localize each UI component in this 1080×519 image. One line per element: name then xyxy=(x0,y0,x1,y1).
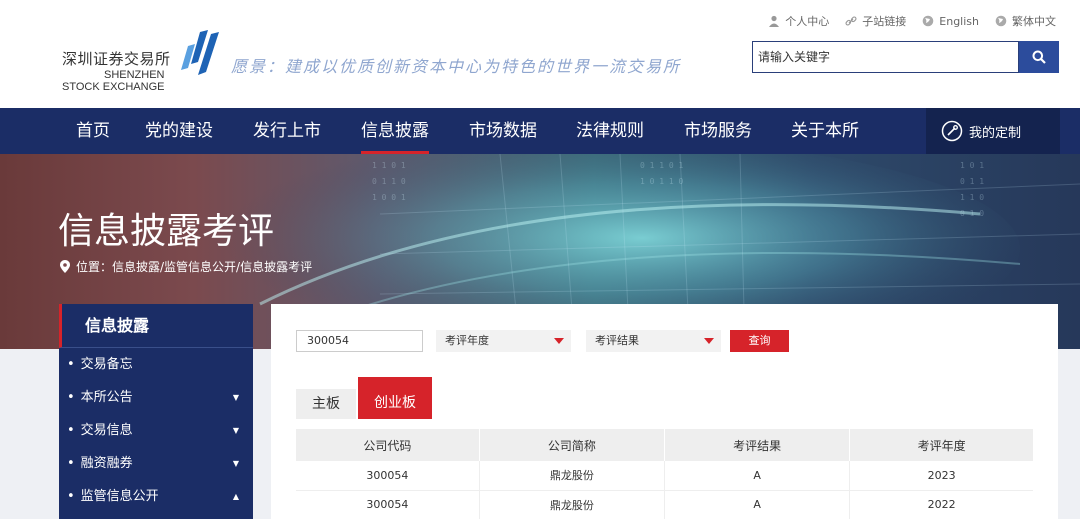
table-header-row: 公司代码 公司简称 考评结果 考评年度 xyxy=(296,429,1033,461)
bullet-icon: • xyxy=(67,357,75,372)
top-link-label: 子站链接 xyxy=(862,15,907,28)
breadcrumb-text[interactable]: 位置：信息披露/监管信息公开/信息披露考评 xyxy=(76,258,312,275)
svg-text:0 1 0: 0 1 0 xyxy=(960,209,984,218)
svg-text:1 1 0: 1 1 0 xyxy=(960,193,984,202)
globe-icon xyxy=(922,15,934,27)
cell-year: 2022 xyxy=(849,490,1033,519)
year-select-label: 考评年度 xyxy=(445,334,489,347)
nav-item-market-services[interactable]: 市场服务 xyxy=(684,108,752,154)
logo-name-en-line1: SHENZHEN xyxy=(104,69,165,81)
cell-year: 2023 xyxy=(849,461,1033,491)
nav-item-rules[interactable]: 法律规则 xyxy=(576,108,644,154)
nav-item-party-building[interactable]: 党的建设 xyxy=(145,108,213,154)
sidebar-item-trade-info[interactable]: • 交易信息 ▼ xyxy=(59,414,253,447)
cell-company-name: 鼎龙股份 xyxy=(478,461,665,491)
search-button[interactable] xyxy=(1019,41,1059,73)
bullet-icon: • xyxy=(67,423,75,438)
col-header-company-name[interactable]: 公司简称 xyxy=(478,429,665,461)
logo-name-en-line2: STOCK EXCHANGE xyxy=(62,81,165,93)
bullet-icon: • xyxy=(67,390,75,405)
cell-company-code: 300054 xyxy=(296,461,480,491)
result-select-label: 考评结果 xyxy=(595,334,639,347)
chevron-down-icon: ▼ xyxy=(232,426,239,435)
top-links: 个人中心 子站链接 English 繁体中文 xyxy=(768,13,1056,29)
sidebar: 信息披露 • 交易备忘 • 本所公告 ▼ • 交易信息 ▼ • 融资融券 ▼ • 监管信息… xyxy=(59,304,253,519)
svg-text:1 1 0 1: 1 1 0 1 xyxy=(372,161,406,170)
globe-icon xyxy=(995,15,1007,27)
my-custom-button[interactable]: 我的定制 xyxy=(926,108,1060,154)
cell-company-code: 300054 xyxy=(296,490,480,519)
sidebar-item-label: 交易备忘 xyxy=(80,357,133,372)
evaluation-table: 公司代码 公司简称 考评结果 考评年度 300054 鼎龙股份 A 2023 3… xyxy=(296,429,1033,519)
tab-main-board[interactable]: 主板 xyxy=(296,389,356,419)
col-header-result[interactable]: 考评结果 xyxy=(663,429,850,461)
link-icon xyxy=(845,16,857,26)
cell-result: A xyxy=(663,461,850,491)
top-link-label: English xyxy=(939,14,979,28)
page-title: 信息披露考评 xyxy=(58,211,275,252)
location-pin-icon xyxy=(60,260,70,273)
cell-result: A xyxy=(663,490,850,519)
nav-item-home[interactable]: 首页 xyxy=(76,108,110,154)
person-icon xyxy=(769,15,780,27)
sidebar-item-trade-memo[interactable]: • 交易备忘 xyxy=(59,348,253,381)
top-link-label: 个人中心 xyxy=(785,15,830,28)
query-button[interactable]: 查询 xyxy=(730,330,789,352)
svg-text:1 0 1 1 0: 1 0 1 1 0 xyxy=(640,177,684,186)
sidebar-item-margin-trading[interactable]: • 融资融券 ▼ xyxy=(59,447,253,480)
bullet-icon: • xyxy=(67,456,75,471)
sidebar-item-announcements[interactable]: • 本所公告 ▼ xyxy=(59,381,253,414)
sidebar-title[interactable]: 信息披露 xyxy=(59,304,253,348)
sidebar-item-regulatory-disclosure[interactable]: • 监管信息公开 ▲ xyxy=(59,480,253,513)
svg-text:1 0 1: 1 0 1 xyxy=(960,161,984,170)
table-row: 300054 鼎龙股份 A 2022 xyxy=(296,490,1033,519)
col-header-year[interactable]: 考评年度 xyxy=(849,429,1033,461)
search-field-wrap xyxy=(752,41,1019,73)
tab-chinext[interactable]: 创业板 xyxy=(358,377,432,419)
company-code-input[interactable]: 300054 xyxy=(296,330,423,352)
search-input[interactable] xyxy=(753,42,1018,72)
svg-text:0 1 1 0 1: 0 1 1 0 1 xyxy=(640,161,684,170)
logo-name-cn: 深圳证券交易所 xyxy=(62,50,171,68)
top-link-traditional-chinese[interactable]: 繁体中文 xyxy=(995,13,1056,29)
vision-slogan: 愿景：建成以优质创新资本中心为特色的世界一流交易所 xyxy=(231,57,682,76)
top-link-label: 繁体中文 xyxy=(1012,15,1056,28)
cell-company-name: 鼎龙股份 xyxy=(478,490,665,519)
dropdown-arrow-icon xyxy=(554,338,564,344)
szse-logo[interactable]: 深圳证券交易所 SHENZHEN STOCK EXCHANGE xyxy=(62,28,222,93)
top-link-personal-center[interactable]: 个人中心 xyxy=(768,13,829,29)
chevron-up-icon: ▲ xyxy=(232,492,239,501)
nav-item-market-data[interactable]: 市场数据 xyxy=(469,108,537,154)
sidebar-item-label: 监管信息公开 xyxy=(80,489,159,504)
main-panel: 300054 考评年度 考评结果 查询 主板 创业板 公司代码 公司简称 考评结… xyxy=(271,304,1058,519)
custom-settings-icon xyxy=(941,120,963,142)
sidebar-item-label: 融资融券 xyxy=(80,456,133,471)
top-link-substation[interactable]: 子站链接 xyxy=(845,13,906,29)
result-select[interactable]: 考评结果 xyxy=(586,330,721,352)
sidebar-item-label: 本所公告 xyxy=(80,390,133,405)
nav-item-about[interactable]: 关于本所 xyxy=(791,108,859,154)
dropdown-arrow-icon xyxy=(704,338,714,344)
chevron-down-icon: ▼ xyxy=(232,459,239,468)
chevron-down-icon: ▼ xyxy=(232,393,239,402)
main-nav: 首页 党的建设 发行上市 信息披露 市场数据 法律规则 市场服务 关于本所 我的… xyxy=(0,108,1080,154)
breadcrumb: 位置：信息披露/监管信息公开/信息披露考评 xyxy=(60,258,312,275)
sidebar-item-label: 交易信息 xyxy=(80,423,133,438)
bullet-icon: • xyxy=(67,489,75,504)
logo-mark-icon xyxy=(181,30,219,75)
year-select[interactable]: 考评年度 xyxy=(436,330,571,352)
col-header-company-code[interactable]: 公司代码 xyxy=(296,429,480,461)
svg-text:0 1 1: 0 1 1 xyxy=(960,177,984,186)
nav-item-disclosure[interactable]: 信息披露 xyxy=(361,108,429,154)
svg-text:0 1 1 0: 0 1 1 0 xyxy=(372,177,406,186)
table-row: 300054 鼎龙股份 A 2023 xyxy=(296,461,1033,491)
nav-item-listing[interactable]: 发行上市 xyxy=(253,108,321,154)
top-link-english[interactable]: English xyxy=(922,13,979,29)
my-custom-label: 我的定制 xyxy=(969,125,1022,141)
search-icon xyxy=(1032,50,1046,64)
svg-text:1 0 0 1: 1 0 0 1 xyxy=(372,193,406,202)
site-header: 深圳证券交易所 SHENZHEN STOCK EXCHANGE 愿景：建成以优质… xyxy=(0,0,1080,108)
